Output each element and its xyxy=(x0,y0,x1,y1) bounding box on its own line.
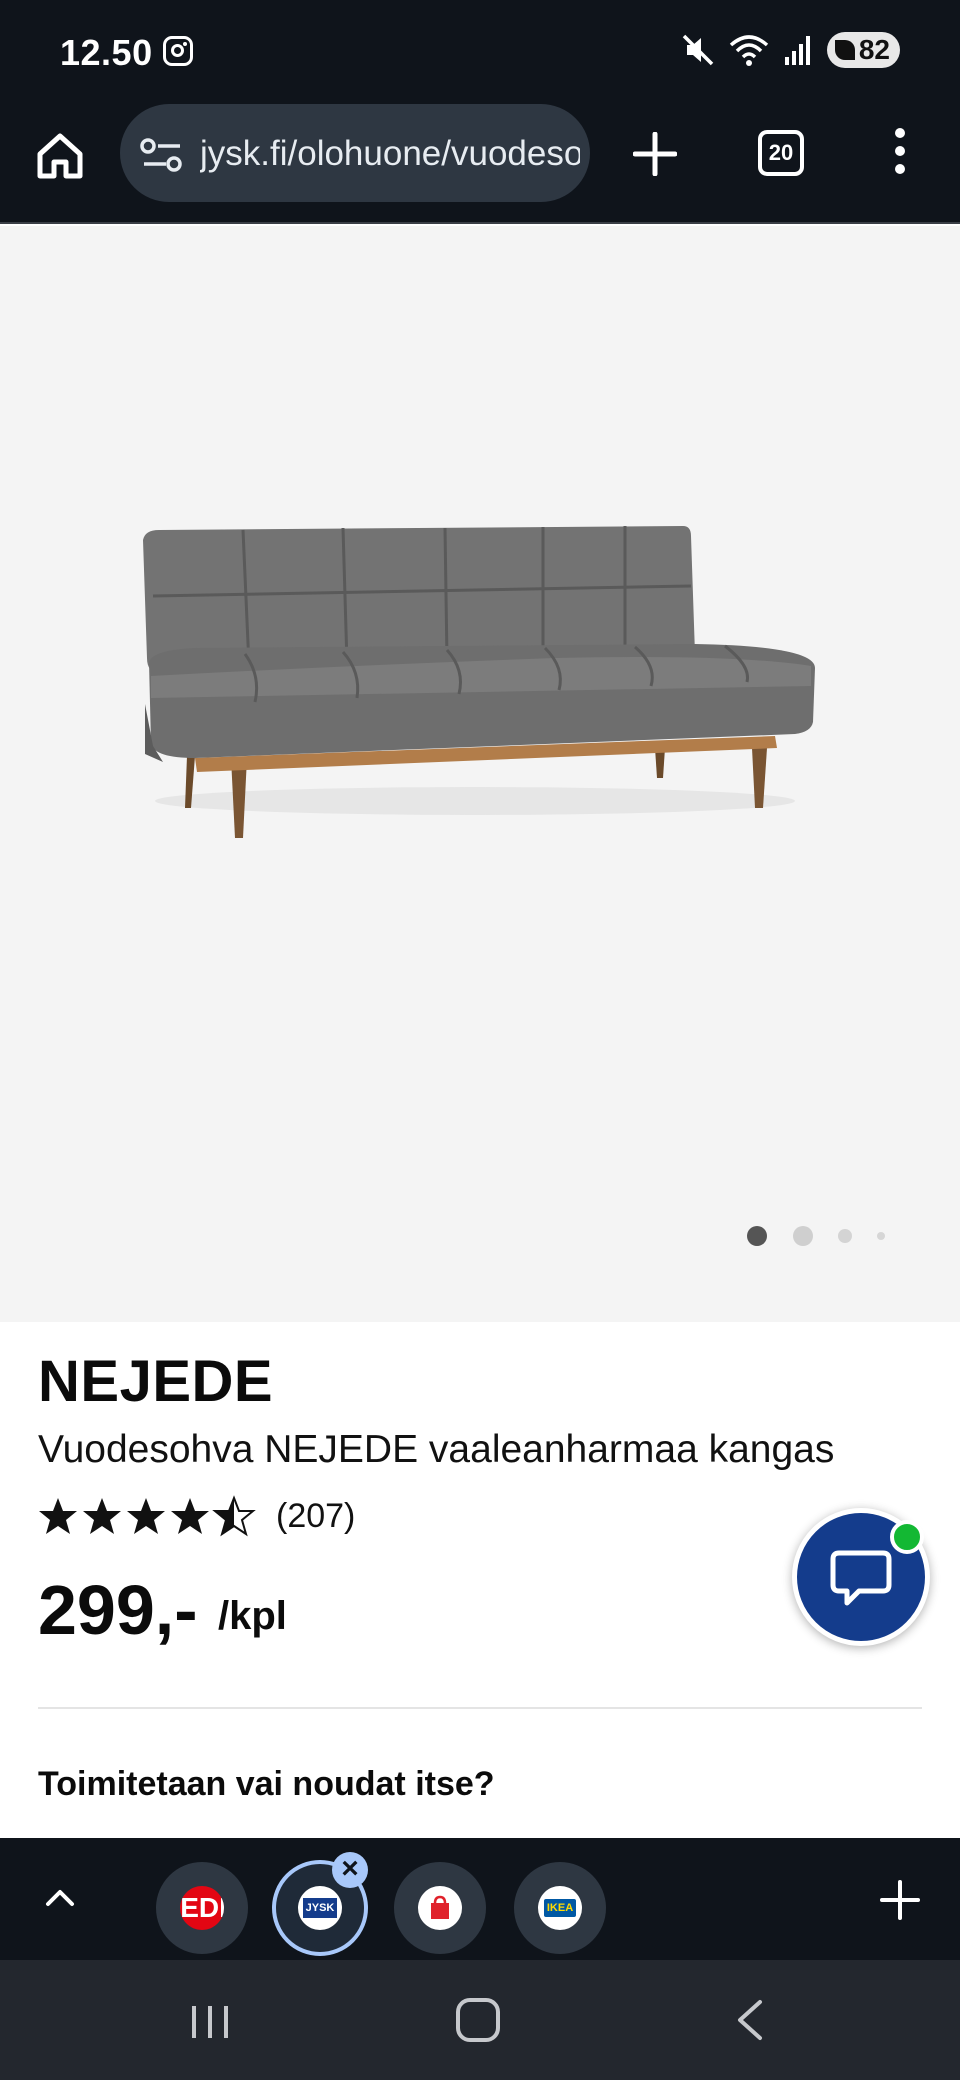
product-description: Vuodesohva NEJEDE vaaleanharmaa kangas xyxy=(38,1428,835,1471)
tab-ikea[interactable]: IKEA xyxy=(514,1862,606,1954)
status-bar: 12.50 82 xyxy=(0,0,960,100)
mediamarkt-logo-text: MEDIA xyxy=(180,1892,224,1923)
shopping-bag-icon xyxy=(418,1886,462,1930)
delivery-options-heading[interactable]: Toimitetaan vai noudat itse? xyxy=(38,1765,495,1804)
rating-count[interactable]: (207) xyxy=(276,1497,355,1536)
ikea-icon: IKEA xyxy=(538,1886,582,1930)
status-icons: 82 xyxy=(681,30,900,70)
tab-strip: MEDIA JYSK × IKEA xyxy=(0,1838,960,1960)
signal-icon xyxy=(784,36,810,65)
pagination-dot[interactable] xyxy=(793,1226,813,1246)
status-time: 12.50 xyxy=(60,32,153,73)
jysk-logo-text: JYSK xyxy=(302,1898,338,1918)
browser-toolbar: jysk.fi/olohuone/vuodesohvat 20 xyxy=(0,100,960,224)
more-menu-icon[interactable] xyxy=(890,128,910,178)
mute-icon xyxy=(682,34,714,66)
close-tab-icon[interactable]: × xyxy=(332,1852,368,1888)
site-settings-icon[interactable] xyxy=(140,138,184,172)
pagination-dot-active[interactable] xyxy=(747,1226,767,1246)
chat-bubble-icon xyxy=(830,1550,892,1606)
product-price: 299,- xyxy=(38,1571,198,1649)
price-unit: /kpl xyxy=(218,1594,287,1638)
address-bar[interactable]: jysk.fi/olohuone/vuodesohvat xyxy=(120,104,590,202)
ikea-logo-text: IKEA xyxy=(543,1899,577,1917)
tab-shop[interactable] xyxy=(394,1862,486,1954)
chat-online-badge xyxy=(890,1520,924,1554)
new-tab-icon[interactable] xyxy=(633,132,677,176)
url-text[interactable]: jysk.fi/olohuone/vuodesohvat xyxy=(200,134,580,174)
chevron-up-icon[interactable] xyxy=(40,1878,80,1918)
wifi-icon xyxy=(729,35,769,66)
system-nav-bar xyxy=(0,1960,960,2080)
product-rating[interactable]: (207) xyxy=(38,1494,355,1538)
star-rating-icon xyxy=(39,1497,254,1535)
recent-apps-icon[interactable] xyxy=(190,2002,230,2042)
back-icon[interactable] xyxy=(730,1998,770,2042)
tab-mediamarkt[interactable]: MEDIA xyxy=(156,1862,248,1954)
tab-switcher-button[interactable]: 20 xyxy=(758,130,804,176)
home-icon[interactable] xyxy=(34,130,86,182)
instagram-notification-icon xyxy=(163,36,193,66)
pagination-dot[interactable] xyxy=(838,1229,852,1243)
add-tab-icon[interactable] xyxy=(880,1880,920,1920)
product-name: NEJEDE xyxy=(38,1349,274,1414)
jysk-icon: JYSK xyxy=(298,1886,342,1930)
battery-level: 82 xyxy=(858,34,890,65)
mediamarkt-icon: MEDIA xyxy=(180,1886,224,1930)
product-image xyxy=(143,526,815,838)
power-saving-icon xyxy=(834,40,855,60)
pagination-dot[interactable] xyxy=(877,1232,885,1240)
home-nav-icon[interactable] xyxy=(456,1998,500,2042)
battery-indicator: 82 xyxy=(826,32,900,68)
divider xyxy=(38,1707,922,1709)
product-image-gallery[interactable] xyxy=(0,226,960,1322)
